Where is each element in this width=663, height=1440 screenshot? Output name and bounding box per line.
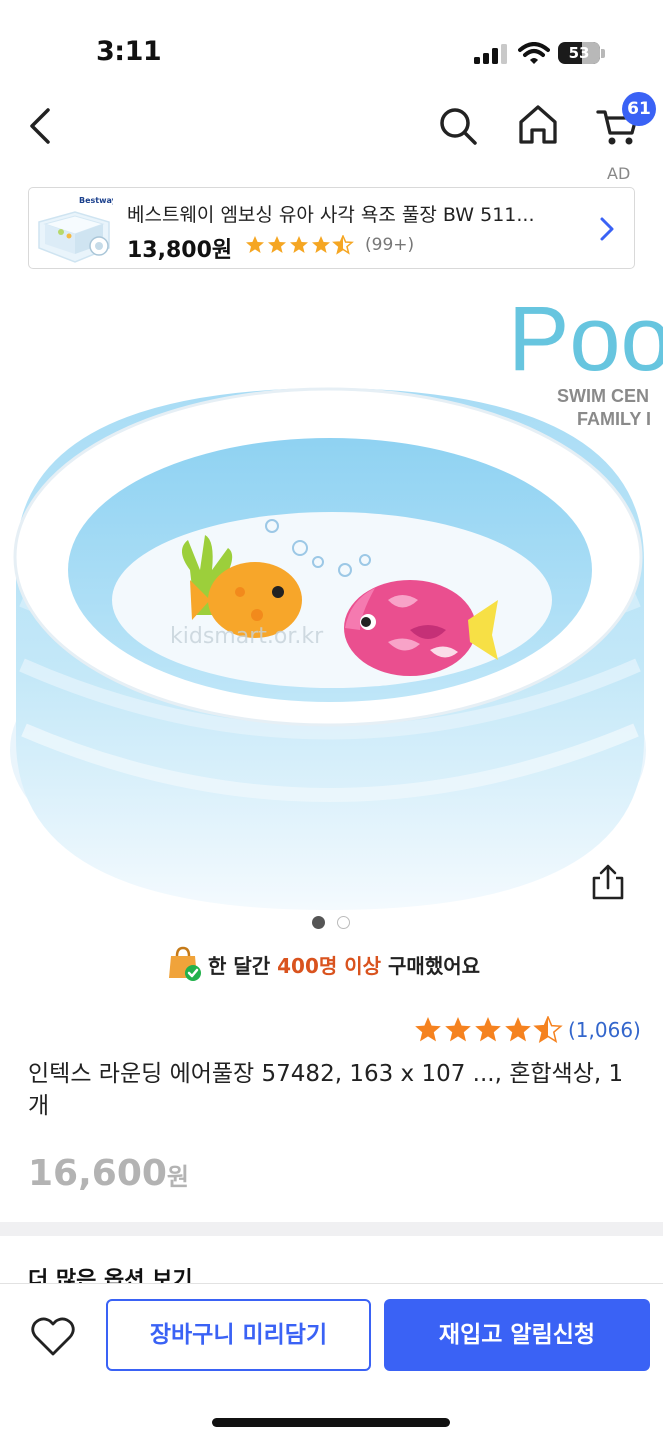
product-rating-stars[interactable] [414, 1016, 564, 1044]
product-review-count[interactable]: (1,066) [568, 1018, 641, 1042]
add-to-cart-button[interactable]: 장바구니 미리담기 [106, 1299, 371, 1371]
ad-price: 13,800원 [127, 238, 233, 263]
chevron-right-icon [600, 217, 614, 241]
status-time: 3:11 [96, 36, 162, 67]
notice-suffix: 구매했어요 [381, 954, 481, 978]
restock-notify-button[interactable]: 재입고 알림신청 [384, 1299, 650, 1371]
image-site-watermark: kidsmart.or.kr [170, 624, 324, 649]
notice-prefix: 한 달간 [208, 954, 278, 978]
product-price: 16,600원 [28, 1153, 189, 1194]
search-icon[interactable] [436, 102, 480, 150]
bottom-action-bar: 장바구니 미리담기 재입고 알림신청 [0, 1283, 663, 1440]
carousel-dot-2[interactable] [337, 916, 350, 929]
home-indicator [212, 1418, 450, 1427]
battery-icon: 53 [558, 40, 606, 66]
image-watermark-sub1: SWIM CEN [557, 386, 649, 406]
back-arrow-icon[interactable] [22, 104, 62, 148]
ad-banner[interactable]: Bestway 베스트웨이 엠보싱 유아 사각 욕조 풀장 BW 511... … [28, 187, 635, 269]
purchase-notice: 한 달간 400명 이상 구매했어요 [208, 950, 480, 979]
ad-review-count: (99+) [365, 235, 415, 255]
ad-thumb-brand: Bestway [79, 196, 113, 205]
product-photo: Poo SWIM CEN FAMILY I kidsmart.or.kr [0, 270, 663, 910]
cart-count-badge: 61 [622, 92, 656, 126]
image-watermark-title: Poo [508, 288, 663, 390]
product-price-unit: 원 [166, 1163, 190, 1191]
cellular-signal-icon [474, 44, 507, 64]
share-icon[interactable] [590, 862, 626, 902]
carousel-indicator [312, 916, 356, 930]
carousel-dot-1[interactable] [312, 916, 325, 929]
battery-level: 53 [568, 44, 590, 62]
image-watermark-sub2: FAMILY I [577, 409, 651, 429]
product-image[interactable]: Poo SWIM CEN FAMILY I kidsmart.or.kr [0, 270, 663, 910]
wifi-icon [518, 42, 550, 64]
shopping-bag-check-icon [169, 946, 201, 981]
product-price-value: 16,600 [28, 1153, 167, 1194]
status-bar: 3:11 53 [0, 0, 663, 100]
ad-product-thumbnail: Bestway [33, 192, 113, 266]
product-title: 인텍스 라운딩 에어풀장 57482, 163 x 107 ..., 혼합색상,… [28, 1061, 624, 1119]
ad-title: 베스트웨이 엠보싱 유아 사각 욕조 풀장 BW 511... [127, 204, 535, 226]
ad-label: AD [607, 164, 631, 183]
home-icon[interactable] [514, 100, 562, 150]
ad-rating-stars [246, 235, 353, 254]
notice-highlight: 400명 이상 [277, 954, 382, 978]
heart-icon[interactable] [30, 1316, 76, 1358]
section-divider [0, 1222, 663, 1236]
